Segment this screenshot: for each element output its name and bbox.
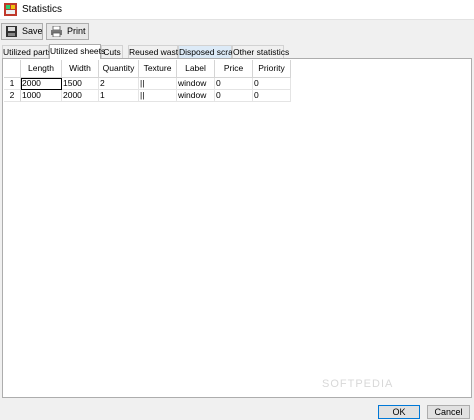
floppy-disk-icon bbox=[6, 26, 17, 37]
cell-priority[interactable]: 0 bbox=[253, 90, 291, 102]
window-title: Statistics bbox=[22, 4, 63, 15]
cell-length[interactable]: 2000 bbox=[21, 78, 62, 90]
cell-texture[interactable]: || bbox=[139, 78, 177, 90]
column-header-length[interactable]: Length bbox=[21, 60, 62, 78]
cancel-button[interactable]: Cancel bbox=[427, 405, 470, 419]
column-header-priority[interactable]: Priority bbox=[253, 60, 291, 78]
tab-panel bbox=[2, 58, 472, 398]
tab-reused-waste[interactable]: Reused waste bbox=[128, 45, 183, 58]
ok-button[interactable]: OK bbox=[378, 405, 420, 419]
cell-priority[interactable]: 0 bbox=[253, 78, 291, 90]
cell-texture[interactable]: || bbox=[139, 90, 177, 102]
save-button-label: Save bbox=[22, 26, 43, 36]
tab-utilized-parts[interactable]: Utilized parts bbox=[2, 45, 52, 58]
cell-label[interactable]: window bbox=[177, 78, 215, 90]
column-header-label[interactable]: Label bbox=[177, 60, 215, 78]
save-button[interactable]: Save bbox=[1, 23, 43, 40]
app-icon bbox=[4, 3, 17, 16]
row-header-1[interactable]: 1 bbox=[4, 78, 21, 90]
cell-price[interactable]: 0 bbox=[215, 78, 253, 90]
cell-quantity[interactable]: 2 bbox=[99, 78, 139, 90]
cell-price[interactable]: 0 bbox=[215, 90, 253, 102]
column-header-texture[interactable]: Texture bbox=[139, 60, 177, 78]
column-header-width[interactable]: Width bbox=[62, 60, 99, 78]
table-corner bbox=[4, 60, 21, 78]
watermark: SOFTPEDIA bbox=[322, 378, 394, 390]
cell-quantity[interactable]: 1 bbox=[99, 90, 139, 102]
print-button-label: Print bbox=[67, 26, 86, 36]
cell-label[interactable]: window bbox=[177, 90, 215, 102]
toolbar: Save Print bbox=[0, 20, 474, 42]
dialog-button-bar: OK Cancel bbox=[0, 402, 474, 420]
cell-width[interactable]: 1500 bbox=[62, 78, 99, 90]
tab-utilized-sheets[interactable]: Utilized sheets bbox=[49, 44, 105, 59]
row-header-2[interactable]: 2 bbox=[4, 90, 21, 102]
print-button[interactable]: Print bbox=[46, 23, 89, 40]
printer-icon bbox=[51, 26, 62, 37]
tab-strip: Utilized parts Utilized sheets Cuts Reus… bbox=[0, 44, 474, 59]
column-header-price[interactable]: Price bbox=[215, 60, 253, 78]
title-bar: Statistics bbox=[0, 0, 474, 20]
tab-other-statistics[interactable]: Other statistics bbox=[232, 45, 289, 58]
column-header-quantity[interactable]: Quantity bbox=[99, 60, 139, 78]
cell-length[interactable]: 1000 bbox=[21, 90, 62, 102]
cell-width[interactable]: 2000 bbox=[62, 90, 99, 102]
tab-disposed-scrap[interactable]: Disposed scrap bbox=[178, 45, 238, 58]
